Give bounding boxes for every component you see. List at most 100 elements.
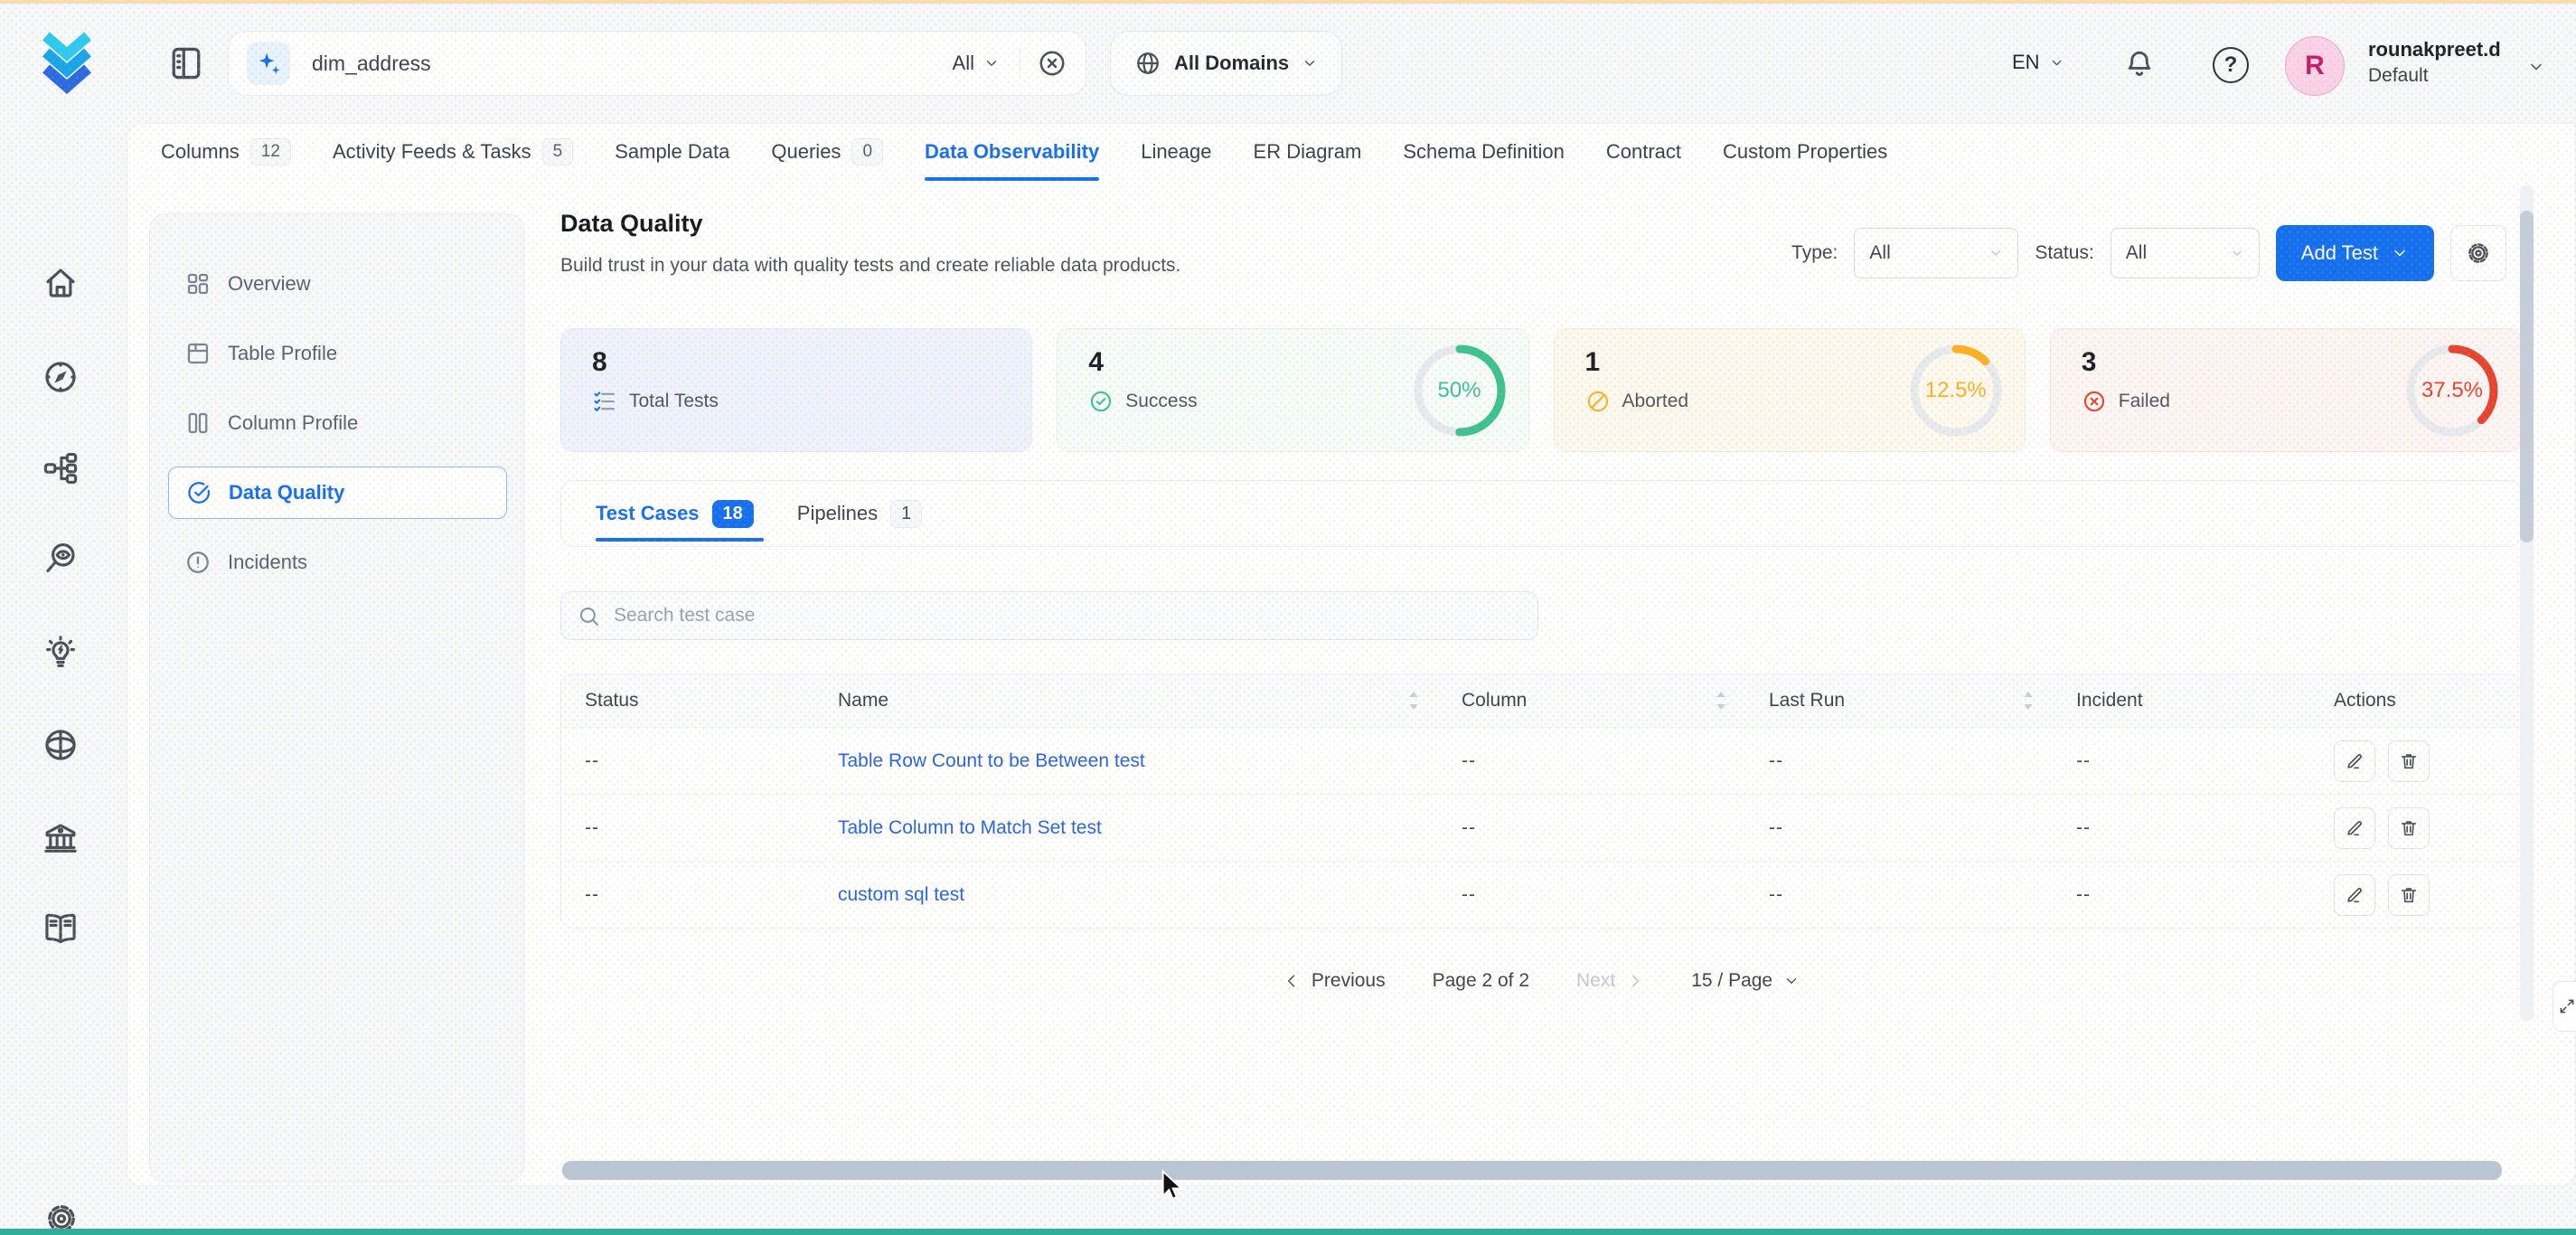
governance-bank-icon[interactable] (42, 819, 80, 857)
tab-columns[interactable]: Columns12 (161, 123, 291, 181)
edit-button[interactable] (2334, 740, 2375, 782)
tab-custom-properties[interactable]: Custom Properties (1723, 123, 1887, 181)
subnav-column-profile[interactable]: Column Profile (168, 397, 507, 449)
tab-data-observability[interactable]: Data Observability (925, 123, 1099, 181)
chevron-down-icon (2230, 246, 2244, 260)
incident-cell: -- (2053, 884, 2310, 906)
home-icon[interactable] (42, 264, 80, 302)
domains-select[interactable]: All Domains (1110, 31, 1342, 96)
subnav-overview[interactable]: Overview (168, 258, 507, 310)
user-name: rounakpreet.d (2368, 38, 2501, 61)
status-filter-select[interactable]: All (2111, 228, 2260, 278)
user-menu-chevron-icon[interactable] (2527, 58, 2545, 76)
chevron-left-icon (1283, 972, 1301, 990)
tab-er-diagram[interactable]: ER Diagram (1254, 123, 1362, 181)
app-logo[interactable] (33, 27, 101, 100)
table-settings-button[interactable] (2450, 225, 2506, 281)
alert-circle-icon (184, 549, 212, 576)
sort-icon[interactable] (2022, 691, 2035, 711)
tab-count-badge: 12 (250, 138, 291, 165)
test-tabs-container: Test Cases 18 Pipelines 1 (560, 480, 2522, 547)
insights-bulb-icon[interactable] (42, 634, 80, 672)
expand-panel-button[interactable] (2552, 981, 2576, 1032)
chevron-down-icon (1783, 973, 1800, 989)
tab-test-cases[interactable]: Test Cases 18 (596, 500, 754, 528)
observability-icon[interactable] (42, 540, 80, 578)
vertical-scrollbar-thumb[interactable] (2520, 211, 2534, 542)
stat-success: 4 Success 50% (1057, 328, 1528, 452)
delete-button[interactable] (2388, 874, 2430, 916)
chevron-down-icon (1302, 55, 1318, 71)
test-case-link[interactable]: custom sql test (814, 884, 1438, 906)
user-avatar[interactable]: R (2285, 36, 2345, 96)
subnav-incidents[interactable]: Incidents (168, 536, 507, 589)
page-indicator: Page 2 of 2 (1433, 970, 1529, 992)
domains-globe-icon[interactable] (42, 726, 80, 764)
stat-aborted: 1 Aborted 12.5% (1554, 328, 2026, 452)
user-team: Default (2368, 65, 2501, 87)
sort-icon[interactable] (1407, 691, 1420, 711)
notifications-bell-icon[interactable] (2122, 47, 2157, 81)
next-page-button[interactable]: Next (1576, 970, 1644, 992)
subnav-table-profile[interactable]: Table Profile (168, 327, 507, 380)
add-test-button[interactable]: Add Test (2276, 225, 2434, 281)
entity-tabs: Columns12 Activity Feeds & Tasks5 Sample… (161, 123, 1887, 181)
delete-button[interactable] (2388, 807, 2430, 849)
help-icon[interactable]: ? (2213, 47, 2249, 83)
horizontal-scrollbar[interactable] (562, 1161, 2502, 1180)
clear-search-icon[interactable] (1037, 48, 1067, 79)
page-subtitle: Build trust in your data with quality te… (560, 255, 1180, 277)
tab-schema-definition[interactable]: Schema Definition (1403, 123, 1565, 181)
edit-button[interactable] (2334, 807, 2375, 849)
user-info[interactable]: rounakpreet.d Default (2368, 38, 2501, 87)
test-case-link[interactable]: Table Row Count to be Between test (814, 750, 1438, 772)
stat-label: Aborted (1622, 391, 1689, 412)
test-cases-table: Status Name Column Last Run Incident Act… (560, 674, 2522, 929)
test-case-search-input[interactable] (560, 591, 1538, 640)
trash-icon (2399, 885, 2419, 905)
failed-icon (2082, 389, 2107, 414)
test-cases-count-badge: 18 (712, 500, 754, 528)
incident-cell: -- (2053, 817, 2310, 839)
chevron-down-icon (983, 55, 1000, 71)
delete-button[interactable] (2388, 740, 2430, 782)
stats-row: 8 Total Tests 4 Success (560, 328, 2522, 452)
tab-activity-feeds[interactable]: Activity Feeds & Tasks5 (333, 123, 573, 181)
ai-sparkle-icon (247, 42, 290, 85)
tab-contract[interactable]: Contract (1606, 123, 1681, 181)
pencil-icon (2345, 885, 2364, 905)
last-run-cell: -- (1745, 817, 2053, 839)
failed-percent: 37.5% (2405, 344, 2499, 438)
app-screen: All All Domains EN ? R (0, 0, 2576, 1235)
column-cell: -- (1438, 884, 1745, 906)
success-ring: 50% (1413, 344, 1507, 438)
page-size-select[interactable]: 15 / Page (1691, 970, 1800, 992)
sidebar-toggle-icon[interactable] (166, 43, 206, 83)
test-case-link[interactable]: Table Column to Match Set test (814, 817, 1438, 839)
domains-value: All Domains (1174, 52, 1289, 75)
search-scope-value: All (953, 52, 974, 75)
tab-queries[interactable]: Queries0 (771, 123, 883, 181)
tab-lineage[interactable]: Lineage (1141, 123, 1211, 181)
type-filter-select[interactable]: All (1854, 228, 2018, 278)
tab-pipelines[interactable]: Pipelines 1 (797, 500, 922, 528)
explore-compass-icon[interactable] (42, 358, 80, 396)
stat-label: Total Tests (629, 391, 719, 412)
search-scope-select[interactable]: All (953, 52, 1000, 75)
tab-count-badge: 5 (542, 138, 574, 165)
language-select[interactable]: EN (2012, 51, 2064, 74)
chevron-down-icon (2049, 55, 2064, 71)
sort-icon[interactable] (1715, 691, 1727, 711)
lineage-sitemap-icon[interactable] (42, 449, 80, 487)
search-input[interactable] (312, 52, 953, 76)
left-nav-rail (0, 123, 127, 1235)
tab-sample-data[interactable]: Sample Data (615, 123, 729, 181)
chevron-down-icon (2391, 244, 2409, 262)
previous-page-button[interactable]: Previous (1283, 970, 1386, 992)
chevron-right-icon (1626, 972, 1644, 990)
edit-button[interactable] (2334, 874, 2375, 916)
table-row: -- Table Row Count to be Between test --… (561, 727, 2521, 794)
subnav-data-quality[interactable]: Data Quality (168, 467, 507, 519)
search-icon (577, 604, 601, 628)
glossary-book-icon[interactable] (42, 910, 80, 947)
